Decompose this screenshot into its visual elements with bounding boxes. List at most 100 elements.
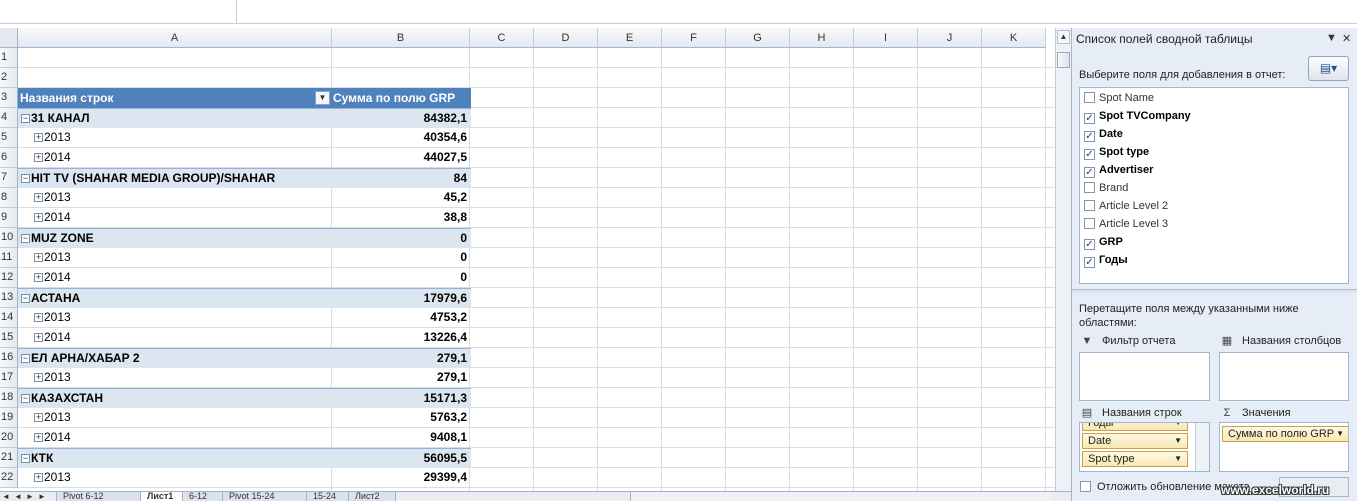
sheet-tab[interactable]: Pivot 6-12 <box>56 492 142 501</box>
sheet-tab[interactable]: 6-12 <box>182 492 224 501</box>
row-header[interactable]: 11 <box>0 248 18 268</box>
sheet-tab[interactable]: 15-24 <box>306 492 350 501</box>
row-header[interactable]: 7 <box>0 168 18 188</box>
pivot-year-row[interactable]: +2013 5763,2 <box>18 408 471 428</box>
sheet-tab[interactable]: Лист2 <box>348 492 396 501</box>
row-header[interactable]: 3 <box>0 88 18 108</box>
pivot-group-row[interactable]: − АСТАНА 17979,6 <box>18 288 471 308</box>
row-header[interactable]: 8 <box>0 188 18 208</box>
row-header[interactable]: 17 <box>0 368 18 388</box>
pivot-year-row[interactable]: +2013 279,1 <box>18 368 471 388</box>
next-sheet-nav-icon[interactable]: ► <box>26 492 34 501</box>
pivot-year-row[interactable]: +2013 0 <box>18 248 471 268</box>
expand-icon[interactable]: + <box>34 253 43 262</box>
collapse-icon[interactable]: − <box>21 234 30 243</box>
expand-icon[interactable]: + <box>34 213 43 222</box>
field-item[interactable]: Article Level 3 <box>1084 215 1168 233</box>
column-header-e[interactable]: E <box>598 28 662 48</box>
column-header-h[interactable]: H <box>790 28 854 48</box>
formula-bar[interactable] <box>0 0 1357 24</box>
row-labels-filter-dropdown[interactable]: ▼ <box>315 91 330 105</box>
collapse-icon[interactable]: − <box>21 114 30 123</box>
select-all-corner[interactable] <box>0 28 18 48</box>
pivot-group-row[interactable]: − КТК 56095,5 <box>18 448 471 468</box>
row-field-chip[interactable]: Date ▼ <box>1082 433 1188 449</box>
unchecked-checkbox-icon[interactable] <box>1084 182 1095 193</box>
pivot-group-row[interactable]: − ЕЛ АРНА/ХАБАР 2 279,1 <box>18 348 471 368</box>
pivot-group-row[interactable]: − HIT TV (SHAHAR MEDIA GROUP)/SHAHAR 84 <box>18 168 471 188</box>
field-item[interactable]: ✓ GRP <box>1084 233 1123 251</box>
row-labels-scrollbar[interactable] <box>1195 423 1209 471</box>
expand-icon[interactable]: + <box>34 133 43 142</box>
column-header-i[interactable]: I <box>854 28 918 48</box>
row-header[interactable]: 4 <box>0 108 18 128</box>
row-header[interactable]: 18 <box>0 388 18 408</box>
collapse-icon[interactable]: − <box>21 454 30 463</box>
value-field-chip[interactable]: Сумма по полю GRP ▼ <box>1222 426 1348 442</box>
collapse-icon[interactable]: − <box>21 354 30 363</box>
field-item[interactable]: ✓ Advertiser <box>1084 161 1153 179</box>
pivot-group-row[interactable]: − MUZ ZONE 0 <box>18 228 471 248</box>
row-header[interactable]: 21 <box>0 448 18 468</box>
first-sheet-nav-icon[interactable]: ◄ <box>2 492 10 501</box>
pivot-year-row[interactable]: +2013 45,2 <box>18 188 471 208</box>
row-field-chip[interactable]: Годы ▼ <box>1082 423 1188 431</box>
unchecked-checkbox-icon[interactable] <box>1084 200 1095 211</box>
expand-icon[interactable]: + <box>34 473 43 482</box>
expand-icon[interactable]: + <box>34 373 43 382</box>
pivot-year-row[interactable]: +2014 13226,4 <box>18 328 471 348</box>
values-dropzone[interactable]: Сумма по полю GRP ▼ <box>1219 422 1349 472</box>
expand-icon[interactable]: + <box>34 193 43 202</box>
pivot-year-row[interactable]: +2013 40354,6 <box>18 128 471 148</box>
sheet-tab[interactable]: Лист1 <box>140 492 184 501</box>
field-item[interactable]: Brand <box>1084 179 1128 197</box>
field-item[interactable]: Spot Name <box>1084 89 1154 107</box>
chip-dropdown-icon[interactable]: ▼ <box>1174 452 1182 466</box>
row-labels-dropzone[interactable]: Годы ▼ Date ▼ Spot type ▼ <box>1079 422 1210 472</box>
vertical-scrollbar[interactable]: ▲ <box>1055 28 1071 491</box>
pivot-year-row[interactable]: +2014 0 <box>18 268 471 288</box>
row-header[interactable]: 5 <box>0 128 18 148</box>
expand-icon[interactable]: + <box>34 153 43 162</box>
field-item[interactable]: ✓ Date <box>1084 125 1123 143</box>
expand-icon[interactable]: + <box>34 333 43 342</box>
pivot-year-row[interactable]: +2013 29399,4 <box>18 468 471 488</box>
expand-icon[interactable]: + <box>34 413 43 422</box>
column-header-f[interactable]: F <box>662 28 726 48</box>
checked-checkbox-icon[interactable]: ✓ <box>1084 131 1095 142</box>
checked-checkbox-icon[interactable]: ✓ <box>1084 149 1095 160</box>
column-labels-dropzone[interactable] <box>1219 352 1349 401</box>
row-header[interactable]: 13 <box>0 288 18 308</box>
field-item[interactable]: ✓ Spot type <box>1084 143 1149 161</box>
chip-dropdown-icon[interactable]: ▼ <box>1174 434 1182 448</box>
row-header[interactable]: 15 <box>0 328 18 348</box>
chip-dropdown-icon[interactable]: ▼ <box>1174 423 1182 430</box>
field-item[interactable]: Article Level 2 <box>1084 197 1168 215</box>
checked-checkbox-icon[interactable]: ✓ <box>1084 239 1095 250</box>
column-header-d[interactable]: D <box>534 28 598 48</box>
collapse-icon[interactable]: − <box>21 394 30 403</box>
expand-icon[interactable]: + <box>34 273 43 282</box>
column-header-g[interactable]: G <box>726 28 790 48</box>
checked-checkbox-icon[interactable]: ✓ <box>1084 167 1095 178</box>
row-header[interactable]: 10 <box>0 228 18 248</box>
sheet-tab[interactable]: Pivot 15-24 <box>222 492 308 501</box>
scroll-thumb[interactable] <box>1057 52 1070 68</box>
checked-checkbox-icon[interactable]: ✓ <box>1084 257 1095 268</box>
layout-options-button[interactable]: ▤▾ <box>1308 56 1349 81</box>
field-item[interactable]: ✓ Spot TVCompany <box>1084 107 1191 125</box>
row-header[interactable]: 16 <box>0 348 18 368</box>
expand-icon[interactable]: + <box>34 433 43 442</box>
row-header[interactable]: 19 <box>0 408 18 428</box>
row-header[interactable]: 14 <box>0 308 18 328</box>
row-header[interactable]: 9 <box>0 208 18 228</box>
column-header-j[interactable]: J <box>918 28 982 48</box>
checked-checkbox-icon[interactable]: ✓ <box>1084 113 1095 124</box>
pane-close-icon[interactable]: ✕ <box>1342 32 1351 45</box>
report-filter-dropzone[interactable] <box>1079 352 1210 401</box>
field-item[interactable]: ✓ Годы <box>1084 251 1128 269</box>
unchecked-checkbox-icon[interactable] <box>1084 218 1095 229</box>
collapse-icon[interactable]: − <box>21 174 30 183</box>
row-header[interactable]: 12 <box>0 268 18 288</box>
horizontal-scrollbar[interactable] <box>630 492 1050 501</box>
